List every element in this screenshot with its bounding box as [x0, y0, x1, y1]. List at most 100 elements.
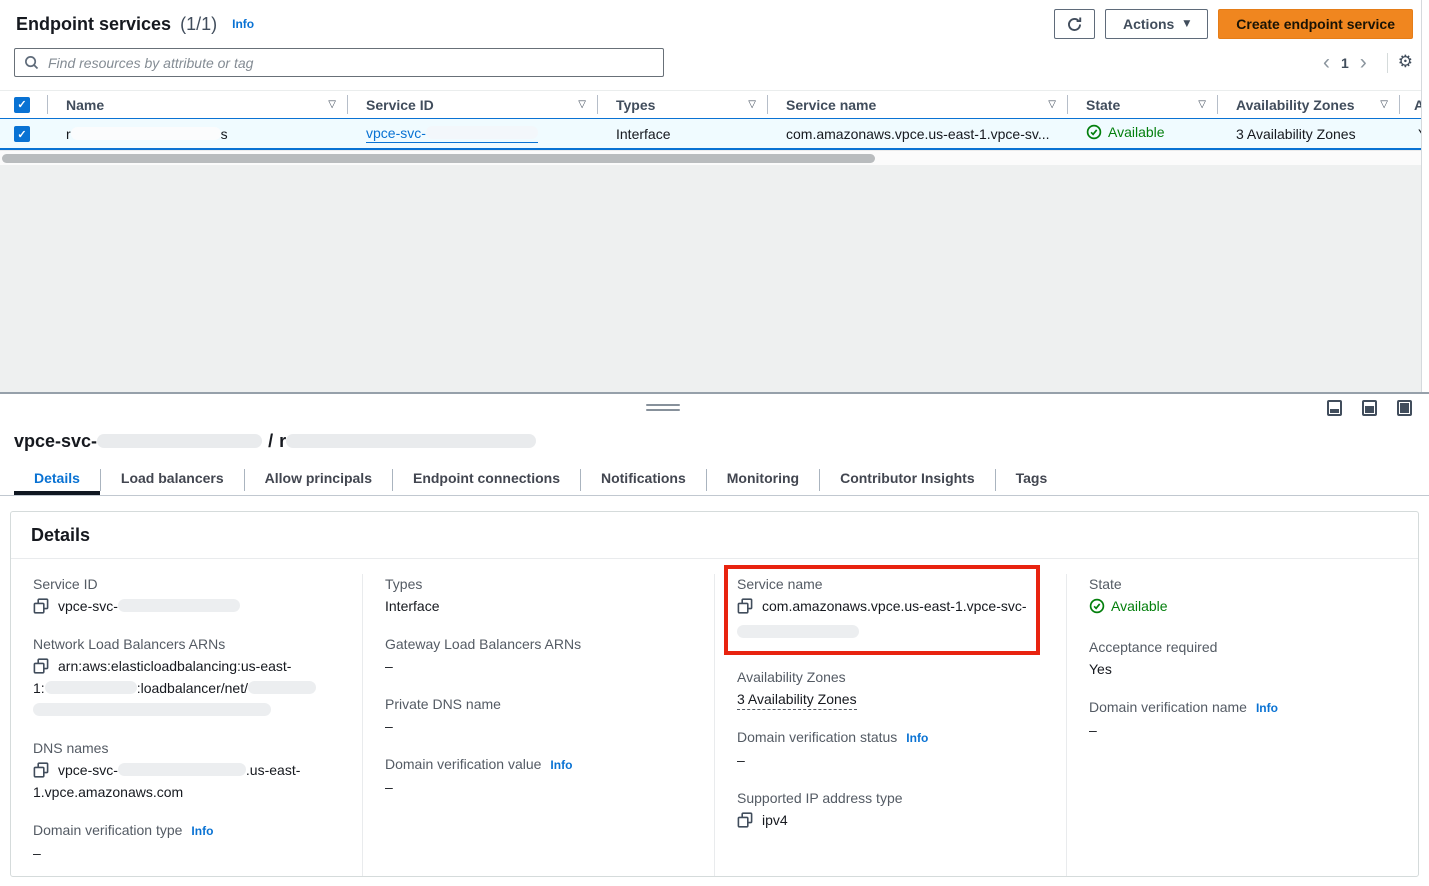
field-label-text: Domain verification type — [33, 822, 182, 838]
details-column-3: Service name com.amazonaws.vpce.us-east-… — [714, 574, 1066, 877]
field-dns-names: DNS names vpce-svc-.us-east- 1.vpce.amaz… — [33, 738, 342, 803]
column-header-types[interactable]: Types ▽ — [598, 91, 768, 118]
split-panel-drag-handle[interactable] — [646, 404, 680, 414]
redacted-text — [97, 434, 262, 448]
redacted-text — [118, 763, 246, 776]
info-link[interactable]: Info — [1256, 701, 1278, 715]
copy-icon[interactable] — [33, 762, 49, 778]
field-label: Types — [385, 574, 694, 595]
field-service-name-annotated: Service name com.amazonaws.vpce.us-east-… — [724, 565, 1040, 655]
field-label: Supported IP address type — [737, 788, 1046, 809]
filter-icon[interactable]: ▽ — [1048, 99, 1056, 110]
field-value: – — [385, 776, 694, 798]
table-row[interactable]: ✓ rs vpce-svc- Interface com.amazonaws.v… — [0, 118, 1429, 150]
pagination: ‹ 1 › ⚙ — [1315, 53, 1413, 73]
filter-icon[interactable]: ▽ — [1198, 99, 1206, 110]
info-link[interactable]: Info — [550, 758, 572, 772]
settings-gear-icon[interactable]: ⚙ — [1398, 54, 1413, 71]
column-label: Types — [616, 97, 655, 113]
field-domain-verification-status: Domain verification statusInfo – — [737, 727, 1046, 771]
supported-ip-value: ipv4 — [762, 809, 788, 831]
copy-icon[interactable] — [737, 598, 753, 614]
column-label: State — [1086, 97, 1120, 113]
field-label: Private DNS name — [385, 694, 694, 715]
panel-title: vpce-svc-/r — [14, 431, 1429, 452]
tab-endpoint-connections[interactable]: Endpoint connections — [393, 465, 580, 495]
filter-icon[interactable]: ▽ — [1380, 99, 1388, 110]
panel-size-small-icon[interactable] — [1327, 400, 1342, 416]
field-label-text: Domain verification value — [385, 756, 541, 772]
field-state: State Available — [1089, 574, 1398, 620]
availability-zones-link[interactable]: 3 Availability Zones — [1236, 126, 1356, 142]
available-check-icon — [1086, 124, 1102, 140]
refresh-button[interactable] — [1054, 9, 1095, 39]
info-link[interactable]: Info — [906, 731, 928, 745]
page-title-text: Endpoint services — [16, 14, 171, 34]
actions-button[interactable]: Actions ▼ — [1105, 9, 1208, 39]
field-value: – — [385, 715, 694, 737]
create-endpoint-service-button[interactable]: Create endpoint service — [1218, 9, 1413, 39]
copy-icon[interactable] — [737, 812, 753, 828]
field-label: Domain verification type Info — [33, 820, 342, 842]
field-service-id: Service ID vpce-svc- — [33, 574, 342, 617]
column-header-availability-zones[interactable]: Availability Zones ▽ — [1218, 91, 1400, 118]
filter-icon[interactable]: ▽ — [578, 99, 586, 110]
row-service-id-cell: vpce-svc- — [348, 125, 598, 143]
horizontal-scrollbar-thumb[interactable] — [2, 154, 875, 163]
next-page-button[interactable]: › — [1352, 53, 1375, 73]
info-link[interactable]: Info — [191, 824, 213, 838]
split-panel-header-bar — [0, 394, 1429, 422]
previous-page-button[interactable]: ‹ — [1315, 53, 1338, 73]
tab-load-balancers[interactable]: Load balancers — [101, 465, 244, 495]
available-check-icon — [1089, 598, 1105, 614]
field-domain-verification-type: Domain verification typeInfo – — [33, 820, 342, 864]
filter-icon[interactable]: ▽ — [328, 99, 336, 110]
search-box — [14, 48, 664, 77]
service-id-link[interactable]: vpce-svc- — [366, 125, 538, 143]
tab-tags[interactable]: Tags — [996, 465, 1068, 495]
panel-size-large-icon[interactable] — [1397, 400, 1412, 416]
vertical-scrollbar-track[interactable] — [1421, 0, 1429, 392]
panel-title-name-prefix: r — [279, 431, 286, 451]
panel-size-controls — [1327, 400, 1412, 416]
field-types: Types Interface — [385, 574, 694, 617]
field-label: State — [1089, 574, 1398, 595]
row-checkbox[interactable]: ✓ — [14, 126, 30, 142]
field-label: Service name — [737, 574, 1030, 595]
select-all-checkbox[interactable]: ✓ — [14, 97, 30, 113]
page-number[interactable]: 1 — [1338, 55, 1352, 71]
table-header-row: ✓ Name ▽ Service ID ▽ Types ▽ — [0, 91, 1429, 118]
tab-allow-principals[interactable]: Allow principals — [245, 465, 392, 495]
service-id-value: vpce-svc- — [58, 598, 118, 614]
field-availability-zones: Availability Zones 3 Availability Zones — [737, 667, 1046, 710]
search-row: ‹ 1 › ⚙ — [0, 39, 1429, 77]
search-input[interactable] — [46, 54, 654, 72]
tabs-bar: Details Load balancers Allow principals … — [0, 465, 1429, 496]
column-header-name[interactable]: Name ▽ — [48, 91, 348, 118]
field-nlb-arns: Network Load Balancers ARNs arn:aws:elas… — [33, 634, 342, 721]
column-header-state[interactable]: State ▽ — [1068, 91, 1218, 118]
nlb-arn-line2-prefix: 1: — [33, 680, 45, 696]
tab-contributor-insights[interactable]: Contributor Insights — [820, 465, 995, 495]
row-types-cell: Interface — [598, 126, 768, 142]
copy-icon[interactable] — [33, 598, 49, 614]
tab-monitoring[interactable]: Monitoring — [707, 465, 819, 495]
table-header-select-all: ✓ — [0, 91, 48, 118]
tab-details[interactable]: Details — [14, 465, 100, 495]
redacted-text — [426, 126, 538, 139]
column-header-service-id[interactable]: Service ID ▽ — [348, 91, 598, 118]
column-header-service-name[interactable]: Service name ▽ — [768, 91, 1068, 118]
filter-icon[interactable]: ▽ — [748, 99, 756, 110]
redacted-text — [118, 599, 240, 612]
field-label: Domain verification nameInfo — [1089, 697, 1398, 719]
copy-icon[interactable] — [33, 658, 49, 674]
availability-zones-link[interactable]: 3 Availability Zones — [737, 691, 857, 710]
search-icon — [24, 55, 39, 70]
pagination-divider — [1387, 53, 1388, 73]
row-name-cell: rs — [48, 126, 348, 142]
panel-size-medium-icon[interactable] — [1362, 400, 1377, 416]
header-actions: Actions ▼ Create endpoint service — [1054, 9, 1413, 39]
info-link[interactable]: Info — [232, 17, 254, 31]
field-value: – — [737, 749, 1046, 771]
tab-notifications[interactable]: Notifications — [581, 465, 706, 495]
